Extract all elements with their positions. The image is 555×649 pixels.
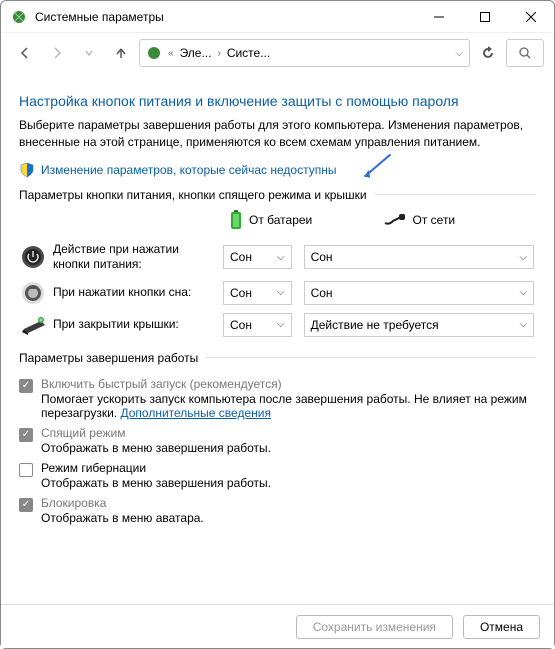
- content-area: Настройка кнопок питания и включение защ…: [1, 73, 554, 604]
- select-value: Сон: [230, 318, 252, 332]
- annotation-arrow-icon: [354, 152, 400, 188]
- maximize-button[interactable]: [462, 1, 508, 33]
- col-ac-label: От сети: [413, 213, 456, 227]
- row-label: Действие при нажатии кнопки питания:: [51, 238, 221, 277]
- change-unavailable-link[interactable]: Изменение параметров, которые сейчас нед…: [41, 163, 337, 177]
- cancel-button[interactable]: Отмена: [463, 615, 540, 639]
- app-icon: [11, 9, 27, 25]
- up-button[interactable]: [107, 39, 135, 67]
- refresh-button[interactable]: [474, 39, 502, 67]
- chevron-down-icon: ⌵: [277, 252, 285, 263]
- row-sleep-button: При нажатии кнопки сна: Сон ⌵ Сон ⌵: [19, 277, 536, 309]
- select-value: Действие не требуется: [311, 318, 439, 332]
- desc-text: Помогает ускорить запуск компьютера посл…: [41, 392, 527, 420]
- row-label: При закрытии крышки:: [51, 309, 221, 341]
- footer: Сохранить изменения Отмена: [1, 604, 554, 648]
- close-button[interactable]: [508, 1, 554, 33]
- chevron-icon: «: [168, 48, 174, 59]
- option-title: Спящий режим: [41, 426, 536, 440]
- chevron-right-icon: ›: [217, 48, 220, 59]
- option-hibernate: Режим гибернации Отображать в меню завер…: [19, 457, 536, 492]
- shutdown-options: ✓ Включить быстрый запуск (рекомендуется…: [19, 373, 536, 527]
- sleep-icon: [21, 281, 49, 305]
- chevron-down-icon: ⌵: [519, 319, 527, 330]
- option-title: Режим гибернации: [41, 461, 536, 475]
- select-value: Сон: [311, 286, 333, 300]
- sleep-battery-select[interactable]: Сон ⌵: [223, 281, 292, 305]
- battery-icon: [229, 210, 243, 230]
- select-value: Сон: [230, 286, 252, 300]
- minimize-button[interactable]: [416, 1, 462, 33]
- checkbox[interactable]: ✓: [19, 379, 33, 393]
- row-label: При нажатии кнопки сна:: [51, 277, 221, 309]
- column-headers: От батареи От сети: [229, 210, 536, 230]
- search-box[interactable]: [506, 39, 544, 67]
- section-shutdown-heading: Параметры завершения работы: [19, 351, 198, 365]
- window-buttons: [416, 1, 554, 33]
- breadcrumb-item[interactable]: Эле...: [180, 46, 212, 60]
- select-value: Сон: [230, 250, 252, 264]
- chevron-down-icon: ⌵: [519, 252, 527, 263]
- section-buttons-heading: Параметры кнопки питания, кнопки спящего…: [19, 188, 367, 202]
- checkbox[interactable]: ✓: [19, 498, 33, 512]
- breadcrumb-item[interactable]: Систе...: [227, 46, 270, 60]
- forward-button[interactable]: [43, 39, 71, 67]
- plug-icon: [383, 213, 407, 227]
- chevron-down-icon: ⌵: [277, 287, 285, 298]
- chevron-down-icon: ⌵: [519, 287, 527, 298]
- col-battery-label: От батареи: [249, 213, 312, 227]
- page-title: Настройка кнопок питания и включение защ…: [19, 93, 536, 109]
- divider: [375, 194, 536, 195]
- back-button[interactable]: [11, 39, 39, 67]
- checkbox[interactable]: [19, 463, 33, 477]
- option-desc: Отображать в меню завершения работы.: [41, 476, 536, 490]
- navigation-row: « Эле... › Систе... ⌵: [1, 33, 554, 73]
- option-sleep: ✓ Спящий режим Отображать в меню заверше…: [19, 422, 536, 457]
- option-desc: Помогает ускорить запуск компьютера посл…: [41, 392, 536, 420]
- titlebar: Системные параметры: [1, 1, 554, 33]
- option-lock: ✓ Блокировка Отображать в меню аватара.: [19, 492, 536, 527]
- option-desc: Отображать в меню завершения работы.: [41, 441, 536, 455]
- row-lid-close: При закрытии крышки: Сон ⌵ Действие не тр…: [19, 309, 536, 341]
- option-desc: Отображать в меню аватара.: [41, 511, 536, 525]
- more-info-link[interactable]: Дополнительные сведения: [120, 406, 270, 420]
- recent-button[interactable]: [75, 39, 103, 67]
- window-title: Системные параметры: [35, 10, 416, 24]
- intro-text: Выберите параметры завершения работы для…: [19, 117, 536, 152]
- power-battery-select[interactable]: Сон ⌵: [223, 245, 292, 269]
- shield-icon: [19, 162, 35, 178]
- power-ac-select[interactable]: Сон ⌵: [304, 245, 534, 269]
- power-settings-table: Действие при нажатии кнопки питания: Сон…: [19, 238, 536, 341]
- control-panel-icon: [146, 45, 162, 61]
- power-icon: [21, 245, 49, 269]
- checkbox[interactable]: ✓: [19, 428, 33, 442]
- search-icon: [518, 46, 532, 60]
- address-bar[interactable]: « Эле... › Систе... ⌵: [139, 39, 470, 67]
- sleep-ac-select[interactable]: Сон ⌵: [304, 281, 534, 305]
- select-value: Сон: [311, 250, 333, 264]
- option-title: Блокировка: [41, 496, 536, 510]
- lid-battery-select[interactable]: Сон ⌵: [223, 313, 292, 337]
- option-fast-startup: ✓ Включить быстрый запуск (рекомендуется…: [19, 373, 536, 422]
- laptop-lid-icon: [21, 315, 49, 335]
- row-power-button: Действие при нажатии кнопки питания: Сон…: [19, 238, 536, 277]
- option-title: Включить быстрый запуск (рекомендуется): [41, 377, 536, 391]
- divider: [206, 357, 536, 358]
- lid-ac-select[interactable]: Действие не требуется ⌵: [304, 313, 534, 337]
- chevron-down-icon: ⌵: [277, 319, 285, 330]
- save-button[interactable]: Сохранить изменения: [296, 615, 453, 639]
- chevron-down-icon[interactable]: ⌵: [455, 48, 463, 59]
